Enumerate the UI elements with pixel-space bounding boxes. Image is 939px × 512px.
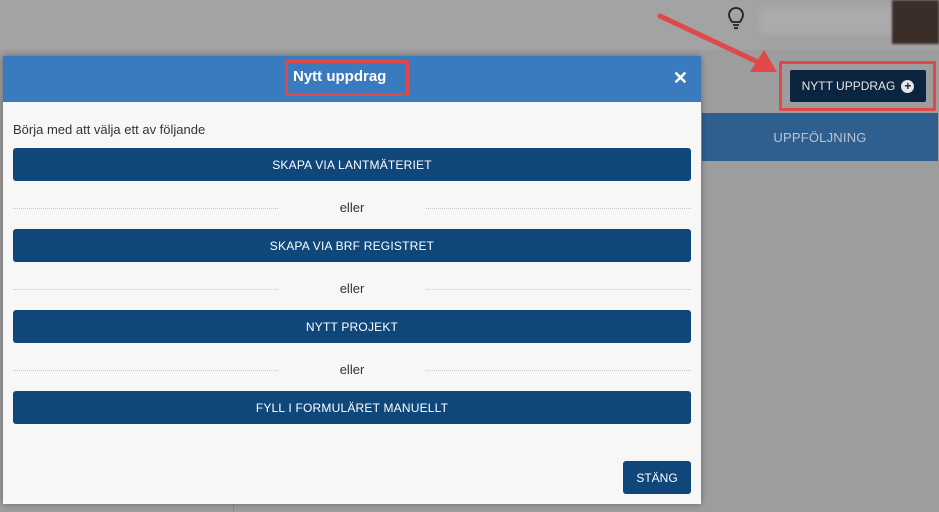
new-project-button[interactable]: NYTT PROJEKT xyxy=(13,310,691,343)
dialog-intro: Börja med att välja ett av följande xyxy=(13,122,206,137)
dialog-header: Nytt uppdrag ✕ xyxy=(3,56,701,102)
highlight-box-title xyxy=(285,60,409,96)
fill-form-manually-button[interactable]: FYLL I FORMULÄRET MANUELLT xyxy=(13,391,691,424)
separator: eller xyxy=(13,281,691,297)
separator: eller xyxy=(13,362,691,378)
create-via-lantmateriet-button[interactable]: SKAPA VIA LANTMÄTERIET xyxy=(13,148,691,181)
highlight-box-button xyxy=(779,61,936,111)
separator-line xyxy=(426,370,691,371)
separator-line xyxy=(426,208,691,209)
create-via-brf-button[interactable]: SKAPA VIA BRF REGISTRET xyxy=(13,229,691,262)
tab-label: UPPFÖLJNING xyxy=(773,129,867,145)
separator: eller xyxy=(13,200,691,216)
tab-uppfoljning[interactable]: UPPFÖLJNING xyxy=(702,113,938,161)
new-assignment-dialog: Nytt uppdrag ✕ Börja med att välja ett a… xyxy=(3,56,701,504)
avatar[interactable] xyxy=(892,0,939,44)
close-button[interactable]: STÄNG xyxy=(623,461,691,494)
separator-line xyxy=(426,289,691,290)
close-icon[interactable]: ✕ xyxy=(673,69,688,87)
